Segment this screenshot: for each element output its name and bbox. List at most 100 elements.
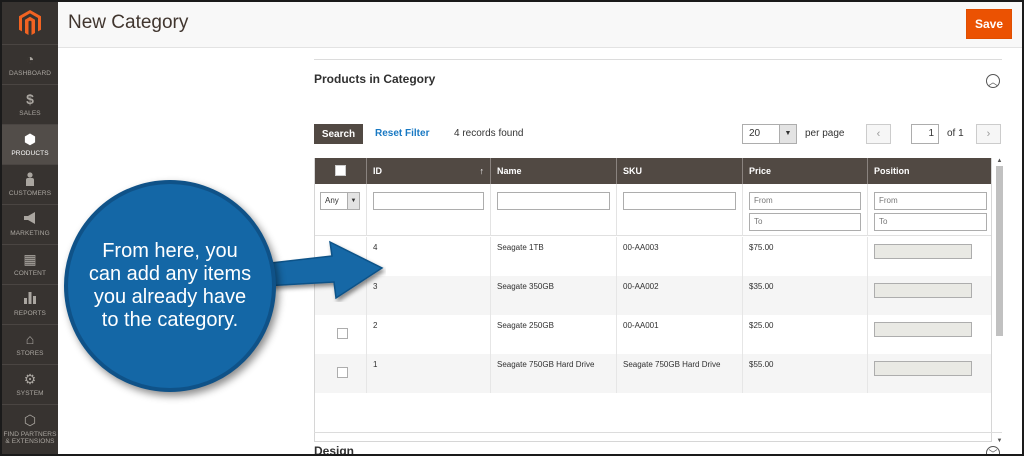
cell-price: $55.00 bbox=[743, 354, 868, 393]
sidebar-item-label: FIND PARTNERS & EXTENSIONS bbox=[3, 430, 57, 445]
filter-value: Any bbox=[325, 196, 339, 205]
sidebar-item-system[interactable]: ⚙ SYSTEM bbox=[2, 364, 58, 404]
select-all-checkbox[interactable] bbox=[335, 165, 346, 176]
column-header-name[interactable]: Name bbox=[491, 158, 617, 184]
admin-sidebar: ◔ DASHBOARD $ SALES ⬢ PRODUCTS CUSTOMERS… bbox=[2, 2, 58, 454]
cell-sku: Seagate 750GB Hard Drive bbox=[617, 354, 743, 393]
dashboard-icon: ◔ bbox=[25, 51, 35, 67]
sidebar-item-label: STORES bbox=[16, 350, 44, 357]
scroll-down-icon[interactable]: ▼ bbox=[995, 438, 1004, 446]
dollar-icon: $ bbox=[26, 91, 34, 107]
callout-text: From here, you can add any items you alr… bbox=[88, 240, 252, 331]
prev-page-button[interactable]: ‹ bbox=[866, 124, 891, 144]
collapse-icon[interactable]: ︿ bbox=[986, 74, 1000, 88]
sort-arrow-icon: ↑ bbox=[479, 166, 485, 176]
sidebar-item-partners[interactable]: ⬡ FIND PARTNERS & EXTENSIONS bbox=[2, 404, 58, 452]
id-filter-input[interactable] bbox=[373, 192, 484, 210]
search-button[interactable]: Search bbox=[314, 124, 363, 144]
sidebar-item-dashboard[interactable]: ◔ DASHBOARD bbox=[2, 44, 58, 84]
section-divider bbox=[314, 432, 1002, 433]
sku-filter-input[interactable] bbox=[623, 192, 736, 210]
position-input[interactable] bbox=[874, 322, 972, 337]
price-from-input[interactable]: From bbox=[749, 192, 861, 210]
magento-logo-icon bbox=[19, 10, 41, 35]
next-page-button[interactable]: › bbox=[976, 124, 1001, 144]
price-to-input[interactable]: To bbox=[749, 213, 861, 231]
sidebar-item-customers[interactable]: CUSTOMERS bbox=[2, 164, 58, 204]
cell-name: Seagate 1TB bbox=[491, 237, 617, 276]
megaphone-icon bbox=[23, 212, 37, 228]
position-input[interactable] bbox=[874, 283, 972, 298]
cell-name: Seagate 250GB bbox=[491, 315, 617, 354]
cell-position bbox=[868, 315, 991, 354]
products-grid: ID ↑ Name SKU Price Position Any ▼ From … bbox=[314, 158, 992, 442]
section-divider bbox=[314, 59, 1002, 60]
cell-sku: 00-AA003 bbox=[617, 237, 743, 276]
sidebar-item-marketing[interactable]: MARKETING bbox=[2, 204, 58, 244]
callout-bubble: From here, you can add any items you alr… bbox=[64, 180, 276, 392]
table-row[interactable]: 4 Seagate 1TB 00-AA003 $75.00 bbox=[315, 237, 991, 276]
cell-position bbox=[868, 354, 991, 393]
cell-id: 1 bbox=[367, 354, 491, 393]
position-to-input[interactable]: To bbox=[874, 213, 987, 231]
scroll-up-icon[interactable]: ▲ bbox=[995, 158, 1004, 166]
layout-icon: ▦ bbox=[23, 251, 37, 267]
magento-logo[interactable] bbox=[2, 2, 58, 44]
sidebar-item-label: PRODUCTS bbox=[11, 150, 49, 157]
page-title: New Category bbox=[68, 12, 189, 33]
reset-filter-link[interactable]: Reset Filter bbox=[375, 128, 429, 139]
cube-icon: ⬢ bbox=[23, 131, 37, 147]
sidebar-item-label: MARKETING bbox=[10, 230, 50, 237]
position-from-input[interactable]: From bbox=[874, 192, 987, 210]
sidebar-item-reports[interactable]: REPORTS bbox=[2, 284, 58, 324]
cell-position bbox=[868, 237, 991, 276]
sidebar-item-label: CONTENT bbox=[13, 270, 47, 277]
position-input[interactable] bbox=[874, 361, 972, 376]
sidebar-item-label: REPORTS bbox=[13, 310, 46, 317]
filter-cell bbox=[617, 184, 743, 236]
cell-id: 2 bbox=[367, 315, 491, 354]
page-header: New Category Save bbox=[58, 2, 1022, 48]
save-button[interactable]: Save bbox=[966, 9, 1012, 39]
column-header-position[interactable]: Position bbox=[868, 158, 991, 184]
sidebar-item-label: DASHBOARD bbox=[8, 70, 52, 77]
per-page-select[interactable]: 20 ▼ bbox=[742, 124, 797, 144]
table-row[interactable]: 1 Seagate 750GB Hard Drive Seagate 750GB… bbox=[315, 354, 991, 393]
section-title-products[interactable]: Products in Category bbox=[314, 72, 435, 86]
sidebar-item-label: SALES bbox=[19, 110, 41, 117]
column-header-sku[interactable]: SKU bbox=[617, 158, 743, 184]
position-input[interactable] bbox=[874, 244, 972, 259]
sidebar-item-sales[interactable]: $ SALES bbox=[2, 84, 58, 124]
table-row[interactable]: 3 Seagate 350GB 00-AA002 $35.00 bbox=[315, 276, 991, 315]
table-row[interactable]: 2 Seagate 250GB 00-AA001 $25.00 bbox=[315, 315, 991, 354]
expand-icon[interactable]: ﹀ bbox=[986, 446, 1000, 454]
gear-icon: ⚙ bbox=[23, 371, 37, 387]
column-header-id[interactable]: ID ↑ bbox=[367, 158, 491, 184]
chevron-down-icon: ▼ bbox=[347, 193, 359, 209]
sidebar-item-stores[interactable]: ⌂ STORES bbox=[2, 324, 58, 364]
per-page-value: 20 bbox=[749, 128, 761, 139]
cell-sku: 00-AA001 bbox=[617, 315, 743, 354]
chevron-down-icon: ▼ bbox=[779, 125, 796, 143]
row-checkbox[interactable] bbox=[337, 328, 348, 339]
name-filter-input[interactable] bbox=[497, 192, 610, 210]
column-header-price[interactable]: Price bbox=[743, 158, 868, 184]
scroll-thumb[interactable] bbox=[996, 166, 1003, 336]
filter-cell bbox=[367, 184, 491, 236]
sidebar-item-products[interactable]: ⬢ PRODUCTS bbox=[2, 124, 58, 164]
select-all-header[interactable] bbox=[315, 158, 367, 184]
grid-scrollbar[interactable]: ▲ ▼ bbox=[995, 158, 1004, 444]
cell-name: Seagate 750GB Hard Drive bbox=[491, 354, 617, 393]
cell-price: $35.00 bbox=[743, 276, 868, 315]
records-found: 4 records found bbox=[454, 128, 524, 139]
row-select-cell bbox=[315, 315, 367, 354]
page-input[interactable]: 1 bbox=[911, 124, 939, 144]
grid-toolbar: Search Reset Filter 4 records found 20 ▼… bbox=[314, 124, 1004, 148]
in-category-filter[interactable]: Any ▼ bbox=[320, 192, 360, 210]
row-checkbox[interactable] bbox=[337, 367, 348, 378]
callout-arrow bbox=[261, 240, 384, 300]
section-title-design[interactable]: Design bbox=[314, 444, 354, 454]
sidebar-item-label: SYSTEM bbox=[16, 390, 44, 397]
sidebar-item-content[interactable]: ▦ CONTENT bbox=[2, 244, 58, 284]
cell-position bbox=[868, 276, 991, 315]
